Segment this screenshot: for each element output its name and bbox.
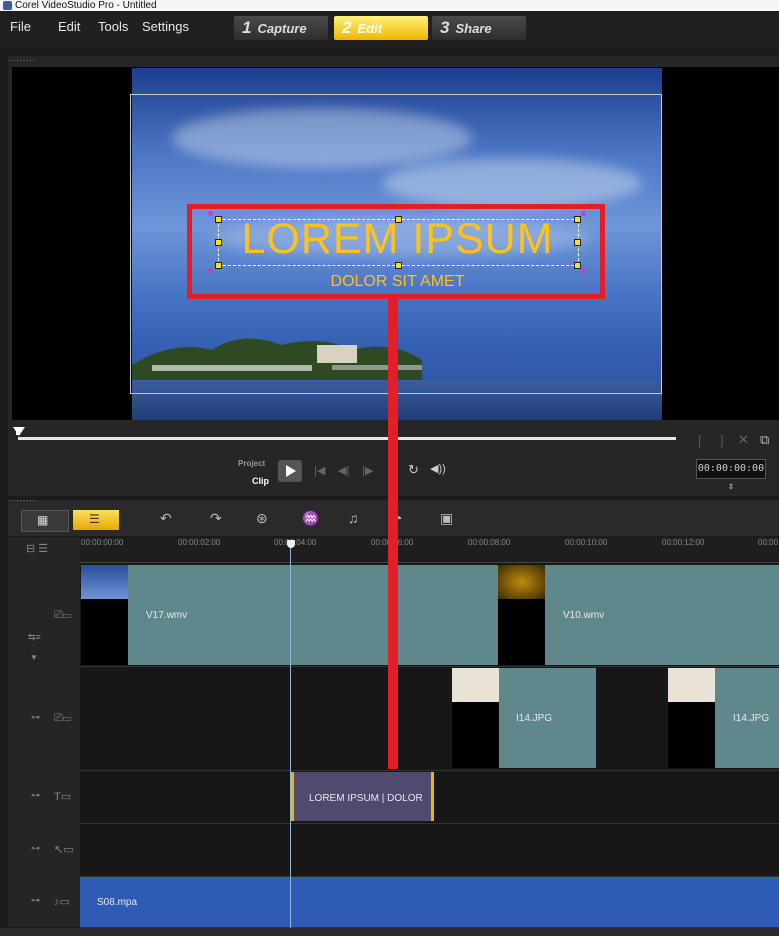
step-capture[interactable]: 1 Capture	[234, 16, 328, 40]
title-track-icon[interactable]: T▭	[54, 790, 71, 803]
subtitle-editor-icon[interactable]: ▣	[440, 510, 453, 527]
timecode-value: 00:00:00:00	[697, 463, 765, 474]
music-track-icon[interactable]: ♪▭	[54, 895, 70, 908]
voice-track[interactable]	[80, 824, 779, 877]
track-manager-icon[interactable]: ⊟ ☰	[26, 542, 48, 555]
storyboard-view-button[interactable]: ▦	[21, 510, 69, 532]
clip-name: I14.JPG	[516, 713, 553, 724]
app-logo-icon	[3, 1, 12, 10]
mark-in-button[interactable]: [	[698, 433, 702, 448]
chevron-down-icon[interactable]: ▼	[30, 653, 38, 662]
preview-subtitle-text[interactable]: DOLOR SIT AMET	[210, 272, 585, 292]
voice-track-icon[interactable]: ↖▭	[54, 843, 74, 856]
clip-name: I14.JPG	[733, 713, 770, 724]
overlay-clip[interactable]: I14.JPG	[715, 668, 779, 768]
lock-icon[interactable]: ⊶	[31, 712, 40, 723]
filmstrip-icon: ▦	[37, 513, 49, 527]
enlarge-icon[interactable]: ⧉	[760, 432, 769, 448]
preview-title-text[interactable]: LOREM IPSUM	[210, 214, 585, 264]
music-track[interactable]: S08.mpa	[80, 877, 779, 928]
redo-icon[interactable]: ↷	[210, 510, 222, 527]
ruler-tick-label: 00:00:04:00	[274, 538, 317, 547]
play-button[interactable]	[278, 460, 302, 482]
lock-icon[interactable]: ⊶	[31, 895, 40, 906]
menu-edit[interactable]: Edit	[58, 19, 80, 34]
overlay-track-icon[interactable]: ⎚▭	[54, 712, 71, 725]
panel-grip[interactable]: ........	[10, 54, 36, 63]
ruler-tick-label: 00:00:12:00	[662, 538, 705, 547]
panel-grip[interactable]: ........	[10, 494, 36, 503]
step-label: Edit	[357, 21, 383, 36]
track-headers	[8, 537, 80, 927]
clip-thumbnail	[668, 668, 715, 768]
lock-icon[interactable]: ⊶	[31, 843, 40, 854]
next-frame-icon[interactable]: |▶	[362, 464, 373, 477]
clip-thumbnail	[452, 668, 499, 768]
ruler-tick-label: 00:00	[758, 538, 779, 547]
auto-music-icon[interactable]: ♫	[348, 510, 359, 526]
timecode-display[interactable]: 00:00:00:00 ⇕	[696, 459, 766, 492]
audio-mixer-icon[interactable]: ♒	[302, 510, 319, 527]
volume-icon[interactable]: ◀))	[430, 462, 446, 475]
lock-icon[interactable]: ⊶	[31, 790, 40, 801]
video-track-icon[interactable]: ⎚▭	[54, 609, 71, 622]
clip-name: V17.wmv	[146, 610, 188, 621]
menu-tools[interactable]: Tools	[98, 19, 128, 34]
clip-thumbnail	[81, 565, 128, 665]
clip-thumbnail	[498, 565, 545, 665]
clip-name: LOREM IPSUM | DOLOR	[309, 793, 423, 804]
step-number: 2	[342, 18, 352, 37]
video-clip[interactable]: V10.wmv	[545, 565, 779, 665]
scissors-icon[interactable]: ✕	[738, 432, 749, 448]
ruler-tick-label: 00:00:02:00	[178, 538, 221, 547]
step-number: 3	[440, 18, 450, 37]
play-icon	[286, 465, 296, 477]
ruler-tick-label: 00:00:08:00	[468, 538, 511, 547]
clip-name: S08.mpa	[97, 897, 138, 908]
previous-frame-icon[interactable]: ◀|	[338, 464, 349, 477]
scrubber-head-icon[interactable]	[13, 427, 25, 436]
window-titlebar: Corel VideoStudio Pro - Untitled	[0, 0, 779, 11]
record-capture-icon[interactable]: ⊛	[256, 510, 268, 527]
timeline-view-button[interactable]: ☰	[73, 510, 119, 530]
title-clip[interactable]: LOREM IPSUM | DOLOR	[291, 772, 434, 821]
ruler-tick-label: 00:00:10:00	[565, 538, 608, 547]
step-number: 1	[242, 18, 252, 37]
step-share[interactable]: 3 Share	[432, 16, 526, 40]
window-title: Corel VideoStudio Pro - Untitled	[15, 0, 157, 11]
timeline-scrollbar[interactable]	[0, 928, 779, 936]
overlay-clip[interactable]: I14.JPG	[499, 668, 596, 768]
playhead-marker[interactable]	[287, 540, 295, 548]
undo-icon[interactable]: ↶	[160, 510, 172, 527]
clip-mode-label[interactable]: Clip	[252, 476, 269, 486]
video-clip[interactable]: V17.wmv	[128, 565, 498, 665]
menu-settings[interactable]: Settings	[142, 19, 189, 34]
annotation-connector	[388, 299, 398, 769]
playhead-line	[290, 548, 291, 928]
project-mode-label[interactable]: Project	[238, 459, 265, 468]
mark-out-button[interactable]: ]	[720, 433, 724, 448]
ruler-tick-label: 00:00:00:00	[81, 538, 124, 547]
ripple-edit-icon[interactable]: ⇆≡	[28, 632, 41, 643]
home-icon[interactable]: |◀	[314, 464, 325, 477]
step-label: Capture	[257, 21, 307, 36]
step-edit[interactable]: 2 Edit	[334, 16, 428, 40]
scrubber-bar[interactable]	[18, 437, 676, 440]
step-label: Share	[455, 21, 492, 36]
clip-name: V10.wmv	[563, 610, 605, 621]
repeat-icon[interactable]: ↻	[408, 462, 419, 478]
menu-file[interactable]: File	[10, 19, 31, 34]
timeline-icon: ☰	[89, 512, 100, 526]
